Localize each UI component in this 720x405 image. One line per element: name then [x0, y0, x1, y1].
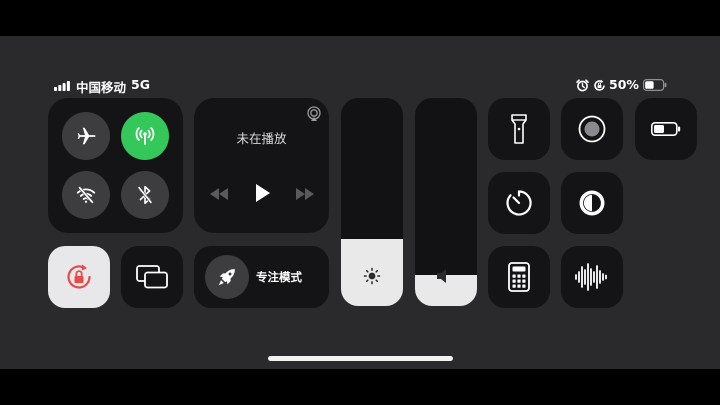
now-playing-panel[interactable]: 未在播放 — [194, 98, 329, 233]
play-icon[interactable] — [256, 184, 270, 202]
waveform-icon — [574, 261, 610, 293]
rocket-icon — [216, 266, 238, 288]
status-bar: 中国移动 5G 50% — [54, 76, 670, 95]
orientation-lock-button[interactable] — [48, 246, 110, 308]
bluetooth-off-icon — [134, 184, 156, 206]
volume-slider[interactable] — [415, 98, 477, 306]
dark-mode-icon — [578, 189, 606, 217]
rotation-lock-icon — [64, 262, 94, 292]
network-type: 5G — [131, 77, 150, 92]
focus-mode-label: 专注模式 — [256, 270, 302, 284]
sun-icon — [363, 267, 381, 285]
focus-mode-button[interactable]: 专注模式 — [194, 246, 329, 308]
speaker-icon — [436, 268, 456, 284]
control-center: 中国移动 5G 50% 未在播放 专注模式 — [0, 36, 720, 369]
airplay-icon[interactable] — [306, 106, 322, 122]
low-power-battery-icon — [651, 122, 681, 136]
alarm-icon — [576, 79, 589, 92]
cellular-signal-icon — [54, 81, 70, 91]
calculator-icon — [508, 262, 530, 292]
cellular-data-button[interactable] — [121, 112, 169, 160]
fast-forward-icon[interactable] — [296, 188, 314, 200]
voice-memos-button[interactable] — [561, 246, 623, 308]
carrier-name: 中国移动 — [76, 80, 127, 95]
dark-mode-button[interactable] — [561, 172, 623, 234]
now-playing-status: 未在播放 — [236, 131, 287, 146]
bluetooth-button[interactable] — [121, 171, 169, 219]
timer-button[interactable] — [488, 172, 550, 234]
calculator-button[interactable] — [488, 246, 550, 308]
battery-percent: 50% — [609, 77, 639, 92]
record-icon — [578, 115, 606, 143]
focus-icon-circle — [205, 255, 249, 299]
screen-recording-button[interactable] — [561, 98, 623, 160]
wifi-off-icon — [75, 184, 97, 206]
airplane-mode-button[interactable] — [62, 112, 110, 160]
rotation-lock-status-icon — [593, 79, 606, 92]
screen-mirroring-button[interactable] — [121, 246, 183, 308]
timer-icon — [505, 189, 533, 217]
airplane-icon — [75, 125, 97, 147]
cellular-antenna-icon — [133, 124, 157, 148]
low-power-mode-button[interactable] — [635, 98, 697, 160]
battery-icon — [643, 79, 667, 91]
brightness-slider[interactable] — [341, 98, 403, 306]
rewind-icon[interactable] — [210, 188, 228, 200]
connectivity-panel — [48, 98, 183, 233]
screen-mirroring-icon — [136, 265, 168, 289]
flashlight-icon — [511, 114, 527, 144]
home-indicator[interactable] — [268, 356, 453, 361]
wifi-button[interactable] — [62, 171, 110, 219]
flashlight-button[interactable] — [488, 98, 550, 160]
